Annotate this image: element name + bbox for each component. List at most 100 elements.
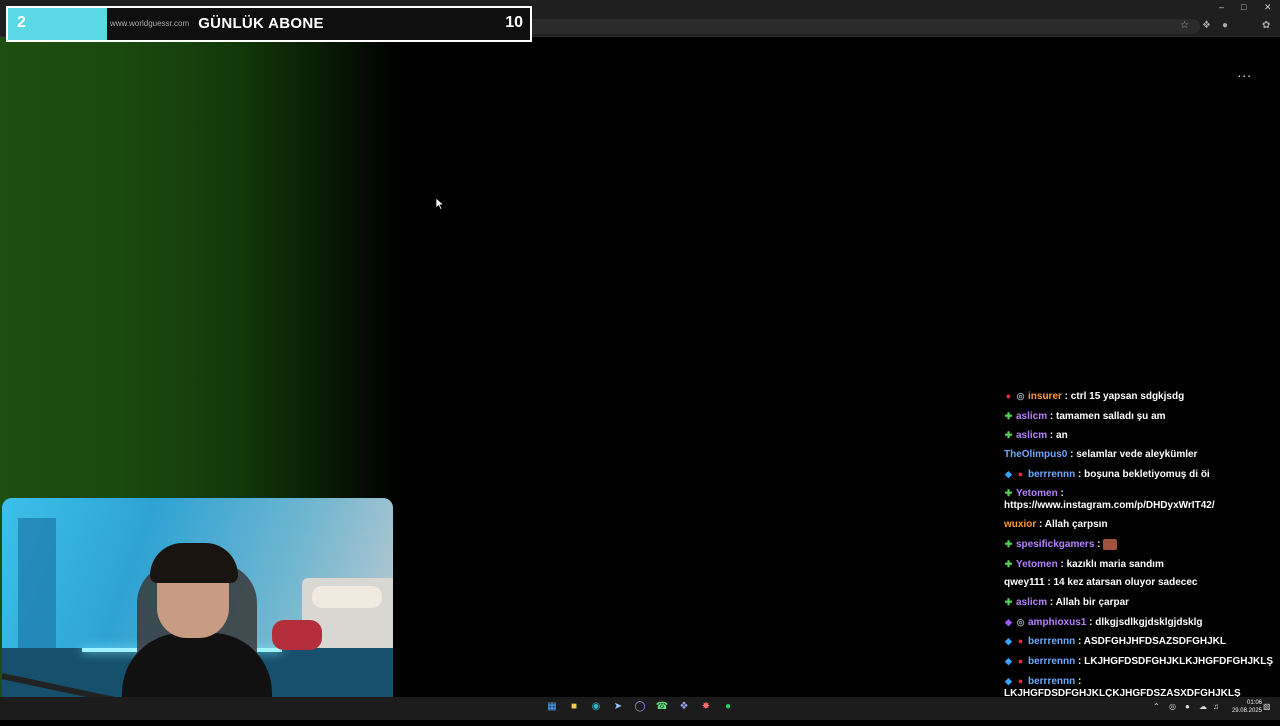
mic-icon[interactable]: ● (1185, 702, 1190, 711)
green-plus-badge-icon: ✚ (1004, 558, 1013, 569)
chat-text: dlkgjsdlkgjdsklgjdsklg (1095, 616, 1203, 628)
blue-badge-icon: ◆ (1005, 468, 1012, 479)
chat-username[interactable]: berrrennn (1028, 636, 1075, 647)
star-icon[interactable]: ☆ (1180, 20, 1189, 31)
edge-icon[interactable]: ◉ (589, 700, 603, 714)
gray-badge-icon: ◎ (1016, 391, 1025, 401)
chat-message: ✚ Yetomen : kazıklı maria sandım (1004, 558, 1276, 571)
red-badge-icon: ● (1017, 655, 1024, 666)
copilot-icon[interactable]: ✿ (1262, 20, 1270, 31)
blue-badge-icon: ◆ (1005, 636, 1012, 647)
steam-icon[interactable]: ➤ (611, 700, 625, 714)
chat-username[interactable]: TheOlimpus0 (1004, 449, 1067, 460)
system-clock[interactable]: 01:06 29.08.2025 (1232, 699, 1262, 715)
chat-text: an (1056, 430, 1068, 442)
red-badge-icon: ● (1017, 468, 1024, 479)
spotify-icon[interactable]: ● (721, 700, 735, 714)
chat-separator: : (1057, 488, 1064, 500)
blue-badge-icon: ◆ (1005, 655, 1012, 666)
chat-separator: : (1086, 616, 1096, 628)
volume-icon[interactable]: ♫ (1213, 702, 1219, 711)
close-icon[interactable]: ✕ (1264, 2, 1272, 13)
chat-separator: : (1094, 538, 1104, 550)
gray-badge-icon: ◎ (1016, 616, 1025, 627)
chat-message: TheOlimpus0 : selamlar vede aleykümler (1004, 449, 1276, 461)
extensions-icon[interactable]: ❖ (1202, 20, 1211, 31)
chat-username[interactable]: wuxior (1004, 519, 1036, 530)
red-badge-icon: ● (1005, 391, 1012, 401)
chat-text: ctrl 15 yapsan sdgkjsdg (1070, 391, 1185, 402)
chat-message: ● ◎ insurer : ctrl 15 yapsan sdgkjsdg (1004, 390, 1276, 403)
chat-text: Allah çarpsın (1044, 519, 1108, 531)
profile-icon[interactable]: ● (1222, 20, 1228, 31)
chevron-up-icon[interactable]: ⌃ (1153, 702, 1160, 711)
chat-username[interactable]: amphioxus1 (1028, 617, 1086, 628)
chat-username[interactable]: Yetomen (1016, 488, 1058, 499)
chat-message: ✚ Yetomen : https://www.instagram.com/p/D… (1004, 487, 1276, 512)
webcam-feed (2, 498, 393, 720)
chat-username[interactable]: aslicm (1016, 411, 1047, 422)
chat-message: qwey111 : 14 kez atarsan oluyor sadecec (1004, 577, 1276, 589)
green-plus-badge-icon: ✚ (1004, 410, 1013, 421)
chat-separator: : (1075, 468, 1085, 480)
chat-message: ◆ ● berrrennn : ASDFGHJHFDSAZSDFGHJKL (1004, 635, 1276, 648)
chat-username[interactable]: berrrennn (1028, 676, 1075, 687)
notification-icon[interactable]: ▧ (1263, 702, 1271, 711)
chat-username[interactable]: aslicm (1016, 597, 1047, 608)
chat-separator: : (1061, 391, 1071, 402)
chat-username[interactable]: spesifickgamers (1016, 539, 1094, 550)
minimize-icon[interactable]: – (1219, 2, 1224, 12)
goal-target-count: 10 (505, 14, 523, 31)
chat-username[interactable]: Yetomen (1016, 559, 1058, 570)
chat-message: ✚ aslicm : an (1004, 429, 1276, 442)
network-icon[interactable]: ◎ (1169, 702, 1176, 711)
chat-separator: : (1075, 655, 1085, 667)
chat-separator: : (1047, 410, 1057, 422)
chat-username[interactable]: qwey111 (1004, 577, 1045, 588)
chat-separator: : (1047, 596, 1056, 608)
chat-message: ✚ aslicm : Allah bir çarpar (1004, 596, 1276, 609)
chat-text: kazıklı maria sandım (1066, 558, 1164, 570)
app2-icon[interactable]: ✸ (699, 700, 713, 714)
app-icon[interactable]: ❖ (677, 700, 691, 714)
red-badge-icon: ● (1017, 636, 1024, 647)
chat-text: ASDFGHJHFDSAZSDFGHJKL (1083, 636, 1226, 648)
chat-message: ✚spesifickgamers : (1004, 538, 1276, 551)
chat-username[interactable]: insurer (1028, 391, 1062, 402)
file-explorer-icon[interactable]: ■ (567, 700, 581, 714)
blue-badge-icon: ◆ (1005, 675, 1012, 686)
chat-username[interactable]: berrrennn (1028, 656, 1075, 667)
goal-title-text: GÜNLÜK ABONE (198, 15, 324, 32)
green-plus-badge-icon: ✚ (1004, 488, 1013, 499)
green-plus-badge-icon: ✚ (1004, 430, 1013, 441)
goal-title: GÜNLÜK ABONE (8, 15, 530, 32)
chat-text: tamamen salladı şu am (1056, 410, 1166, 422)
chat-text: LKJHGFDSDFGHJKLKJHGFDFGHJKLŞ (1084, 655, 1274, 667)
chat-emote-icon (1103, 538, 1118, 550)
obs-icon[interactable]: ◯ (633, 700, 647, 714)
chat-text: Allah bir çarpar (1055, 596, 1130, 608)
clock-date: 29.08.2025 (1231, 708, 1262, 714)
restore-icon[interactable]: □ (1241, 2, 1246, 12)
chat-username[interactable]: berrrennn (1028, 469, 1075, 480)
chat-message: wuxior : Allah çarpsın (1004, 519, 1276, 531)
green-plus-badge-icon: ✚ (1004, 596, 1013, 607)
clock-time: 01:06 (1246, 700, 1262, 706)
webcam-person-hair (150, 543, 238, 583)
chat-separator: : (1047, 430, 1057, 442)
chat-separator: : (1075, 636, 1084, 648)
chat-message: ◆ ● berrrennn : LKJHGFDSDFGHJKLKJHGFDFGHJK… (1004, 655, 1276, 668)
chat-text: https://www.instagram.com/p/DHDyxWrIT42/ (1004, 500, 1215, 512)
page-menu-button[interactable]: ... (1237, 64, 1252, 80)
chat-message: ◆ ● berrrennn : LKJHGFDSDFGHJKLÇKJHGFDSZAS… (1004, 675, 1276, 700)
onedrive-icon[interactable]: ☁ (1199, 702, 1207, 711)
red-badge-icon: ● (1017, 675, 1024, 686)
chat-username[interactable]: aslicm (1016, 430, 1047, 441)
windows-start-icon[interactable]: ▦ (545, 700, 559, 714)
whatsapp-icon[interactable]: ☎ (655, 700, 669, 714)
green-plus-badge-icon: ✚ (1004, 538, 1013, 549)
chat-text: selamlar vede aleykümler (1076, 449, 1198, 461)
chat-message: ✚ aslicm : tamamen salladı şu am (1004, 410, 1276, 423)
chat-message: ◆ ◎ amphioxus1 : dlkgjsdlkgjdsklgjdsklg (1004, 616, 1276, 629)
chat-separator: : (1075, 675, 1082, 687)
